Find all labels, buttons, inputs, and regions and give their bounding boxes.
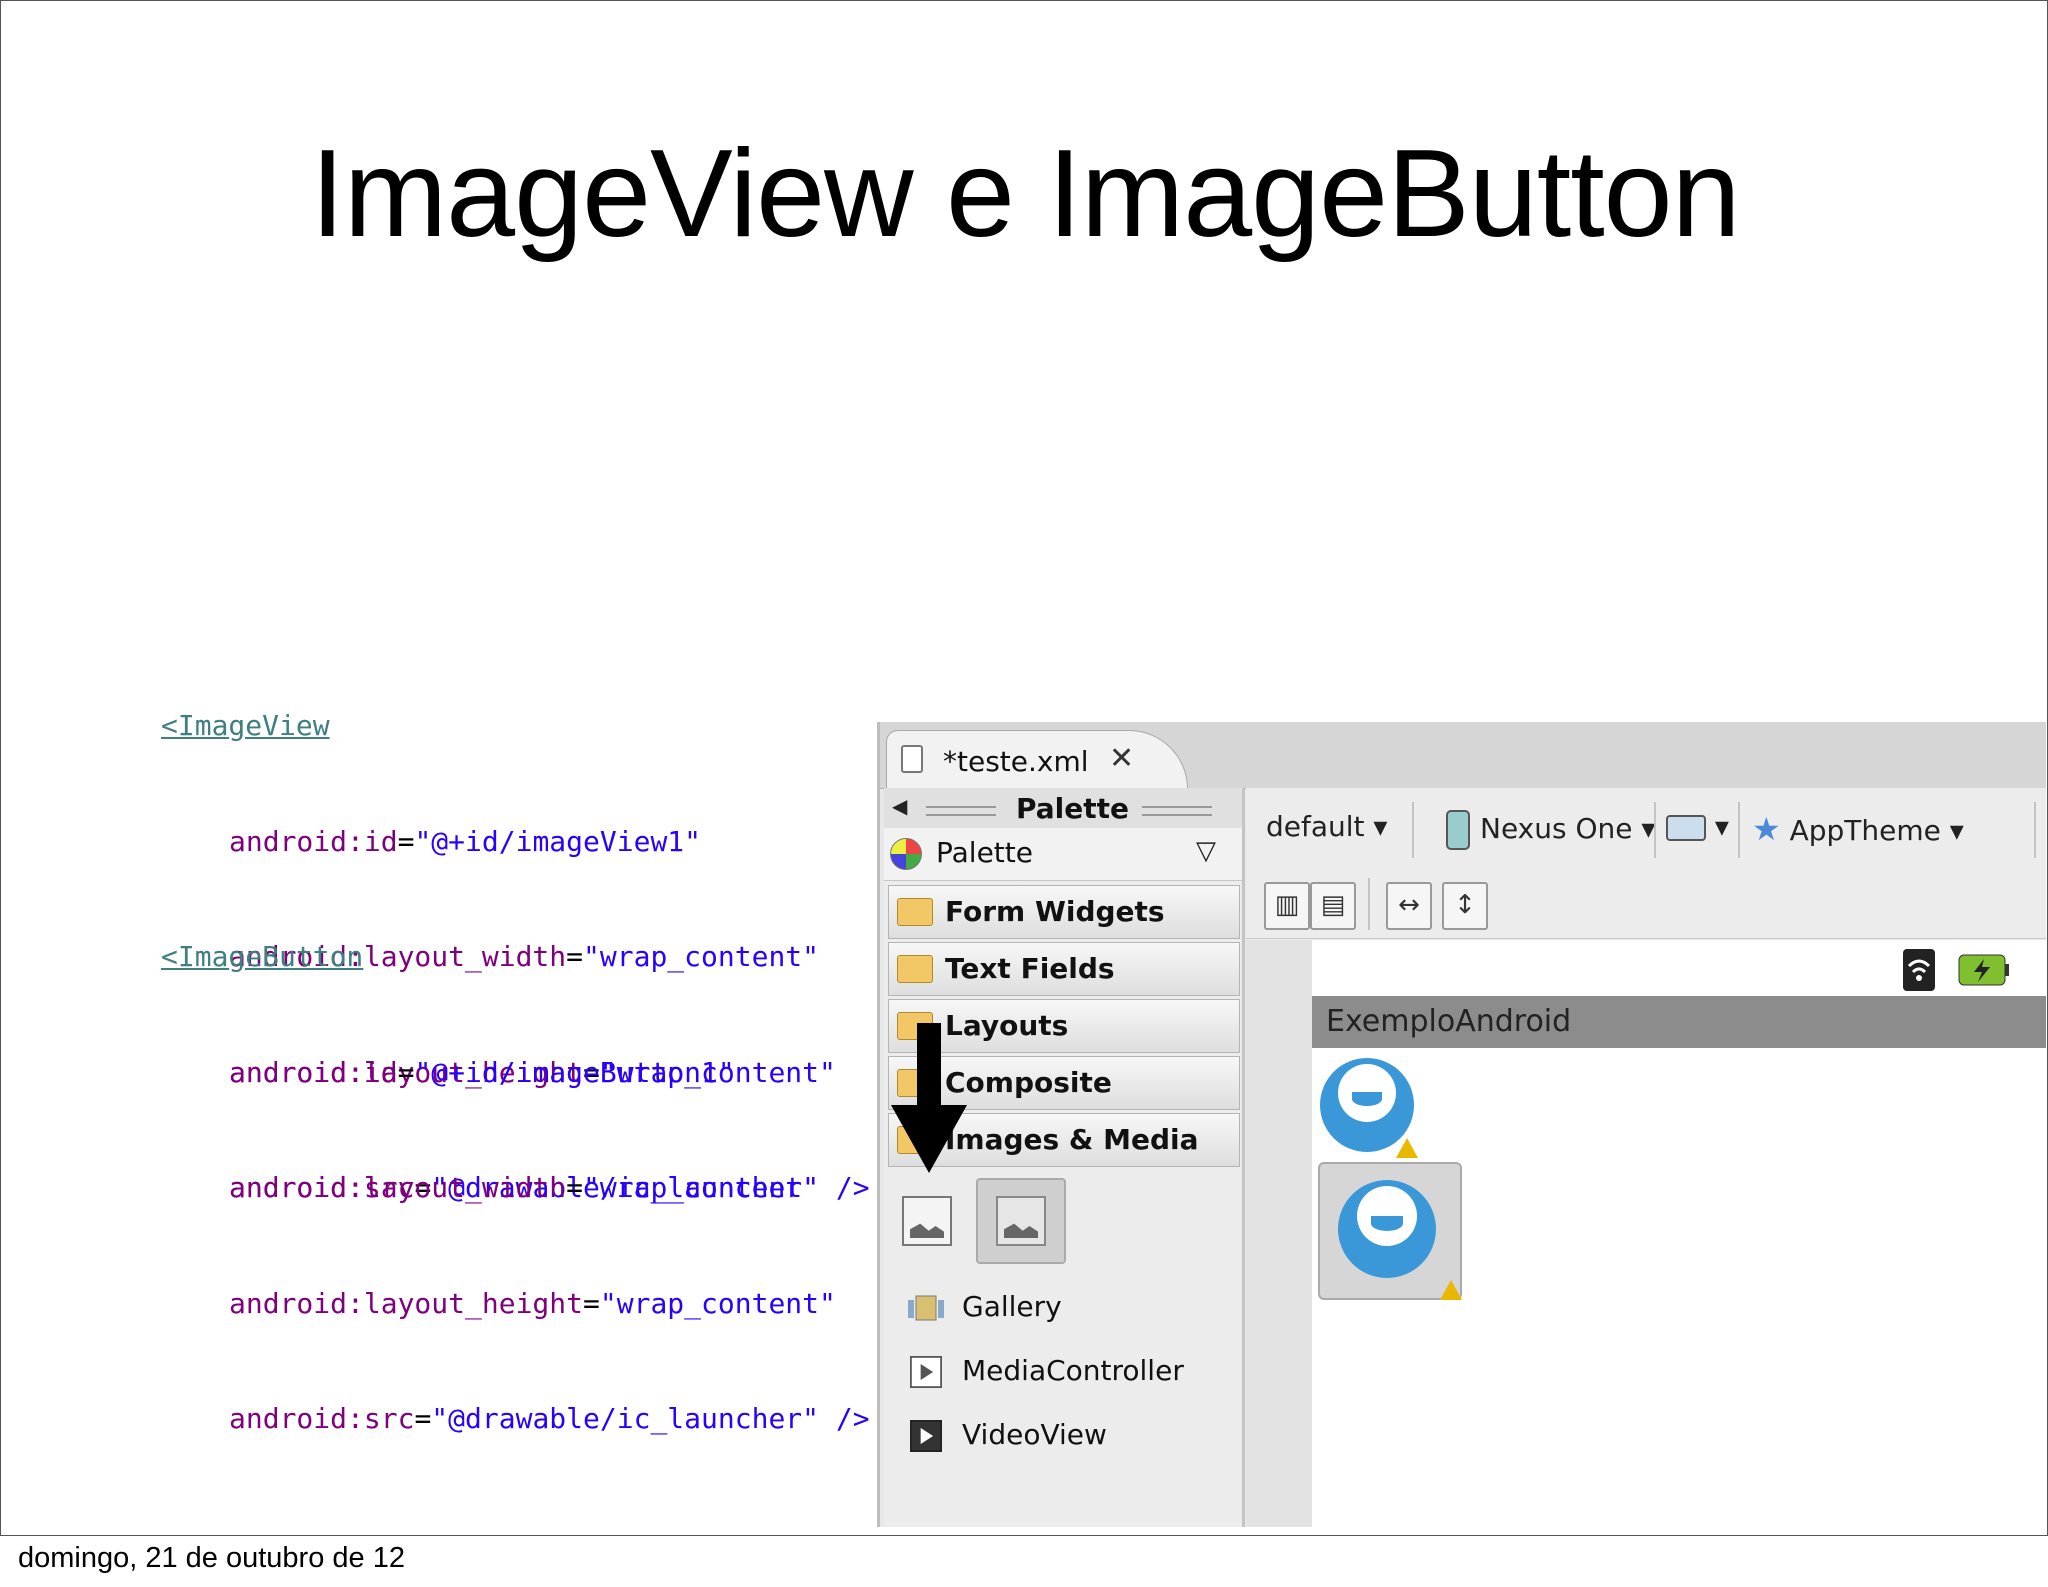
palette-item-label: MediaController [962,1354,1184,1387]
warning-icon [1440,1280,1462,1300]
palette-header: ◀ Palette [884,788,1242,829]
config-toolbar: default ▾ Nexus One ▾ ▾ ★ AppTheme ▾ [1246,788,2046,870]
code-attr: android:src [229,1402,415,1435]
device-label: Nexus One [1480,812,1633,845]
code-tag: <ImageView [161,709,330,742]
slide: ImageView e ImageButton <ImageView andro… [0,0,2048,1536]
ide-screenshot: *teste.xml ✕ ◀ Palette Palette ▽ Form Wi… [877,722,2046,1527]
device-preview: ExemploAndroid [1312,940,2046,1527]
category-text-fields[interactable]: Text Fields [888,942,1240,996]
android-launcher-icon [1338,1180,1436,1278]
code-value: "@drawable/ic_launcher" /> [431,1402,870,1435]
palette-item-label: Gallery [962,1290,1062,1323]
fill-width-icon[interactable]: ↔ [1386,882,1432,930]
slide-title: ImageView e ImageButton [310,125,1740,263]
mountain-icon [1004,1223,1038,1238]
toolbar-divider [1368,878,1370,930]
code-value: "@+id/imageView1" [414,824,702,858]
phone-icon [1446,810,1470,850]
code-eq: = [414,1402,432,1435]
collapse-left-icon[interactable]: ◀ [892,794,907,818]
play-icon [910,1420,942,1452]
toolbar-divider [1654,802,1656,858]
toolbar-divider [1412,802,1414,858]
category-label: Text Fields [945,952,1115,985]
app-action-bar: ExemploAndroid [1312,996,2046,1048]
code-eq: = [397,824,415,858]
theme-dropdown[interactable]: ★ AppTheme ▾ [1752,810,1964,848]
code-value: "wrap_content" [583,1171,820,1204]
xml-file-icon [901,745,923,773]
config-dropdown[interactable]: default ▾ [1266,810,1388,843]
image-icon [910,1223,944,1238]
code-value: "wrap_content" [599,1286,836,1320]
folder-icon [897,898,933,926]
image-icon [996,1196,1046,1246]
layout-toolbar: ▥ ▤ ↔ ↕ [1246,870,2046,939]
layout-editor: default ▾ Nexus One ▾ ▾ ★ AppTheme ▾ ▥ ▤… [1246,788,2046,1527]
code-attr: android:id [229,824,398,858]
toolbar-divider [2034,802,2036,858]
code-tag: <ImageButton [161,940,364,973]
category-form-widgets[interactable]: Form Widgets [888,885,1240,939]
tab-teste-xml[interactable]: *teste.xml ✕ [886,730,1188,789]
close-icon[interactable]: ✕ [1109,741,1134,776]
category-label: Composite [945,1066,1112,1099]
category-label: Form Widgets [945,895,1165,928]
wifi-icon [1903,949,1935,991]
app-title: ExemploAndroid [1326,1004,1572,1039]
imagebutton-widget-icon[interactable] [976,1178,1066,1264]
category-label: Images & Media [945,1123,1199,1156]
warning-icon [1396,1138,1418,1158]
code-value: "@+id/imageButton1" [414,1055,735,1089]
fill-height-icon[interactable]: ↕ [1442,882,1488,930]
code-attr: android:id [229,1055,398,1089]
grip-icon [1142,806,1212,816]
palette-selector-label: Palette [936,836,1033,869]
config-label: default [1266,810,1365,843]
gallery-icon [908,1295,944,1321]
code-eq: = [583,1286,600,1320]
toolbar-divider [1738,802,1740,858]
slide-footer: domingo, 21 de outubro de 12 [18,1542,405,1574]
theme-label: AppTheme [1789,814,1941,847]
imageview-preview[interactable] [1320,1058,1418,1158]
tab-label: *teste.xml [943,745,1089,778]
arrow-down-icon [891,1023,967,1173]
imagebutton-preview[interactable] [1318,1162,1462,1300]
code-block-imagebutton: <ImageButton android:id="@+id/imageButto… [161,861,870,1516]
code-attr: android:layout_height [229,1286,584,1320]
folder-icon [897,955,933,983]
rotate-icon [1666,815,1706,841]
imageview-widget-icon[interactable] [902,1196,952,1246]
grip-icon [926,806,996,816]
layout-columns-icon[interactable]: ▥ [1264,882,1310,930]
code-eq: = [566,1171,584,1204]
orientation-dropdown[interactable]: ▾ [1666,810,1729,843]
device-status-bar [1312,940,2046,992]
palette-selector[interactable]: Palette ▽ [884,828,1242,881]
play-outline-icon [910,1356,942,1388]
palette-item-label: VideoView [962,1418,1107,1451]
chevron-down-icon[interactable]: ▽ [1196,836,1216,866]
code-eq: = [397,1055,415,1089]
palette-header-label: Palette [1016,792,1130,825]
layout-rows-icon[interactable]: ▤ [1310,882,1356,930]
battery-icon [1958,954,2009,986]
code-attr: android:layout_width [229,1171,567,1204]
star-icon: ★ [1752,810,1781,848]
palette-icon [890,838,922,870]
design-canvas: ExemploAndroid [1246,940,2046,1527]
editor-tab-bar: *teste.xml ✕ [880,722,2046,789]
device-dropdown[interactable]: Nexus One ▾ [1446,810,1655,850]
